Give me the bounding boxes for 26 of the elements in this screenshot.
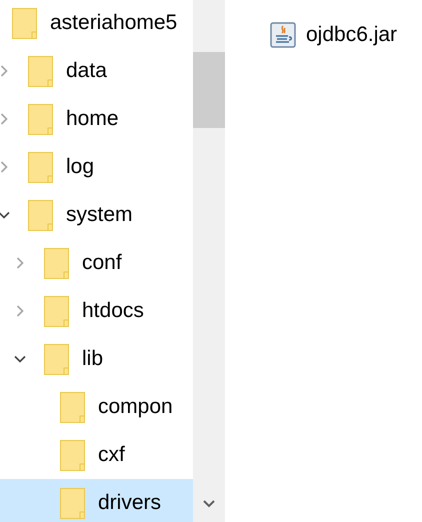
folder-icon — [44, 248, 69, 278]
folder-icon — [60, 488, 85, 518]
tree-item[interactable]: lib — [0, 335, 193, 383]
tree-item[interactable]: drivers — [0, 479, 193, 522]
folder-icon — [28, 104, 53, 134]
scroll-down-icon[interactable] — [203, 500, 215, 508]
tree-item[interactable]: system — [0, 191, 193, 239]
folder-icon — [28, 56, 53, 86]
folder-icon — [60, 440, 85, 470]
tree-item[interactable]: asteriahome5 — [0, 0, 193, 47]
file-item[interactable]: ojdbc6.jar — [270, 22, 422, 48]
tree-item[interactable]: htdocs — [0, 287, 193, 335]
tree-item[interactable]: cxf — [0, 431, 193, 479]
tree-item[interactable]: conf — [0, 239, 193, 287]
java-file-icon — [270, 22, 296, 48]
tree-item[interactable]: log — [0, 143, 193, 191]
folder-icon — [28, 200, 53, 230]
folder-icon — [28, 152, 53, 182]
tree-item[interactable]: home — [0, 95, 193, 143]
tree-item[interactable]: data — [0, 47, 193, 95]
scrollbar-thumb[interactable] — [193, 52, 225, 128]
folder-icon — [44, 344, 69, 374]
folder-icon — [60, 392, 85, 422]
tree-item[interactable]: compon — [0, 383, 193, 431]
folder-icon — [12, 8, 37, 38]
folder-icon — [44, 296, 69, 326]
